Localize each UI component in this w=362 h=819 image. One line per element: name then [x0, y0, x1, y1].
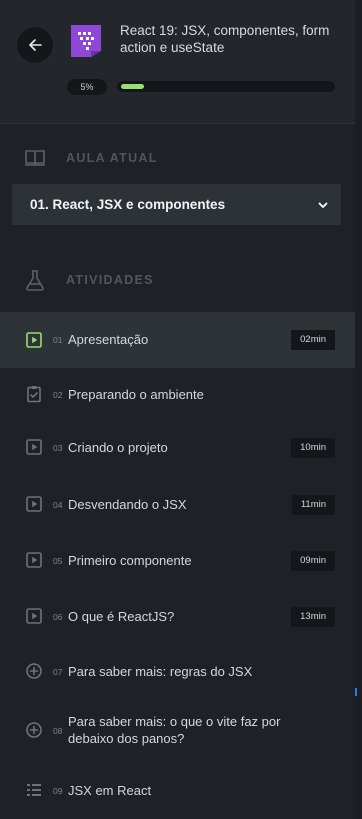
activity-title: Criando o projeto — [68, 440, 168, 455]
course-title: React 19: JSX, componentes, form action … — [120, 23, 330, 55]
activity-item-06[interactable]: 06 O que é ReactJS? 13min — [0, 588, 355, 644]
activity-item-03[interactable]: 03 Criando o projeto 10min — [0, 420, 355, 476]
activity-duration: 11min — [291, 495, 335, 515]
activity-title: Apresentação — [68, 332, 149, 347]
chevron-down-icon — [318, 202, 328, 208]
activity-number: 04 — [53, 500, 63, 510]
activity-item-01[interactable]: 01 Apresentação 02min — [0, 312, 355, 368]
activity-duration: 13min — [291, 607, 335, 627]
back-button[interactable] — [17, 27, 53, 63]
course-sidebar: React 19: JSX, componentes, form action … — [0, 0, 355, 819]
progress-bar — [117, 81, 335, 92]
react-course-badge-icon — [71, 25, 101, 57]
video-play-icon — [24, 606, 44, 626]
current-lesson-label: AULA ATUAL — [66, 151, 158, 165]
activity-item-09[interactable]: 09 JSX em React — [0, 762, 355, 818]
activity-item-08[interactable]: 08 Para saber mais: o que o vite faz por… — [0, 698, 355, 762]
activity-item-07[interactable]: 07 Para saber mais: regras do JSX — [0, 644, 355, 698]
scroll-indicator — [355, 688, 357, 696]
video-play-icon — [24, 330, 44, 350]
activity-title: Preparando o ambiente — [68, 387, 204, 402]
activity-duration: 02min — [291, 330, 335, 350]
lesson-select-value: 01. React, JSX e componentes — [30, 197, 226, 212]
activity-number: 05 — [53, 556, 63, 566]
activity-title: JSX em React — [68, 783, 152, 798]
activity-number: 08 — [53, 726, 63, 736]
activity-number: 02 — [53, 390, 63, 400]
clipboard-check-icon — [24, 384, 44, 404]
activity-item-02[interactable]: 02 Preparando o ambiente — [0, 368, 355, 420]
progress-percent: 5% — [67, 79, 107, 95]
activity-number: 07 — [53, 667, 63, 677]
plus-circle-icon — [24, 661, 44, 681]
activities-heading: ATIVIDADES — [24, 270, 154, 291]
scrollbar-track[interactable] — [355, 0, 362, 819]
activity-number: 06 — [53, 612, 63, 622]
activity-duration: 09min — [291, 551, 335, 571]
video-play-icon — [24, 550, 44, 570]
activity-number: 01 — [53, 335, 63, 345]
lesson-select[interactable]: 01. React, JSX e componentes — [12, 184, 341, 225]
video-play-icon — [24, 437, 44, 457]
open-book-icon — [25, 150, 45, 166]
activity-number: 09 — [53, 786, 63, 796]
activity-number: 03 — [53, 443, 63, 453]
activities-label: ATIVIDADES — [66, 273, 154, 287]
activity-title: Para saber mais: o que o vite faz por de… — [68, 714, 281, 746]
plus-circle-icon — [24, 720, 44, 740]
activity-title: Para saber mais: regras do JSX — [68, 664, 253, 679]
video-play-icon — [24, 494, 44, 514]
course-header: React 19: JSX, componentes, form action … — [0, 0, 355, 124]
flask-icon — [26, 270, 44, 291]
current-lesson-heading: AULA ATUAL — [24, 148, 158, 168]
activity-item-04[interactable]: 04 Desvendando o JSX 11min — [0, 476, 355, 532]
activity-item-05[interactable]: 05 Primeiro componente 09min — [0, 532, 355, 588]
activity-title: Desvendando o JSX — [68, 497, 187, 512]
list-icon — [24, 780, 44, 800]
activity-title: O que é ReactJS? — [68, 609, 175, 624]
activity-title: Primeiro componente — [68, 553, 192, 568]
activity-duration: 10min — [291, 438, 335, 458]
progress-bar-fill — [121, 84, 145, 89]
arrow-left-icon — [29, 39, 42, 51]
